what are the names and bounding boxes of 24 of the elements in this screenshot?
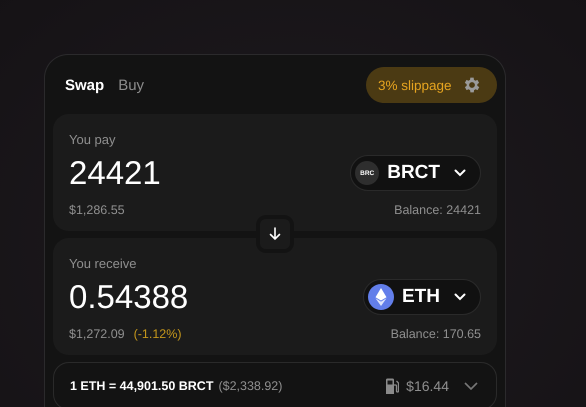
exchange-rate: 1 ETH = 44,901.50 BRCT <box>70 379 214 393</box>
token-selector[interactable]: ETH <box>363 279 481 315</box>
usd-value: $1,286.55 <box>69 203 125 217</box>
tab[interactable]: Buy <box>118 76 144 94</box>
tab[interactable]: Swap <box>65 76 104 94</box>
panel-label: You receive <box>69 256 138 271</box>
slippage-button[interactable]: 3% slippage <box>366 67 497 103</box>
fuel-pump-icon <box>385 378 400 394</box>
amount-value[interactable]: 0.54388 <box>69 278 188 316</box>
price-impact: (-1.12%) <box>134 327 182 341</box>
gas-fee: $16.44 <box>406 378 449 394</box>
balance-text: Balance: 170.65 <box>390 327 481 341</box>
balance-text: Balance: 24421 <box>394 203 481 217</box>
arrow-down-icon <box>269 227 281 241</box>
rate-row[interactable]: 1 ETH = 44,901.50 BRCT ($2,338.92) $16.44 <box>53 362 497 407</box>
chevron-down-icon <box>454 169 466 177</box>
chevron-down-icon <box>454 293 466 301</box>
chevron-down-icon <box>464 382 478 390</box>
rate-usd-value: ($2,338.92) <box>218 379 282 393</box>
usd-value: $1,272.09 <box>69 327 125 341</box>
ethereum-icon <box>368 284 394 310</box>
switch-button[interactable] <box>256 215 294 253</box>
amount-value[interactable]: 24421 <box>69 154 161 192</box>
panel-label: You pay <box>69 132 117 147</box>
